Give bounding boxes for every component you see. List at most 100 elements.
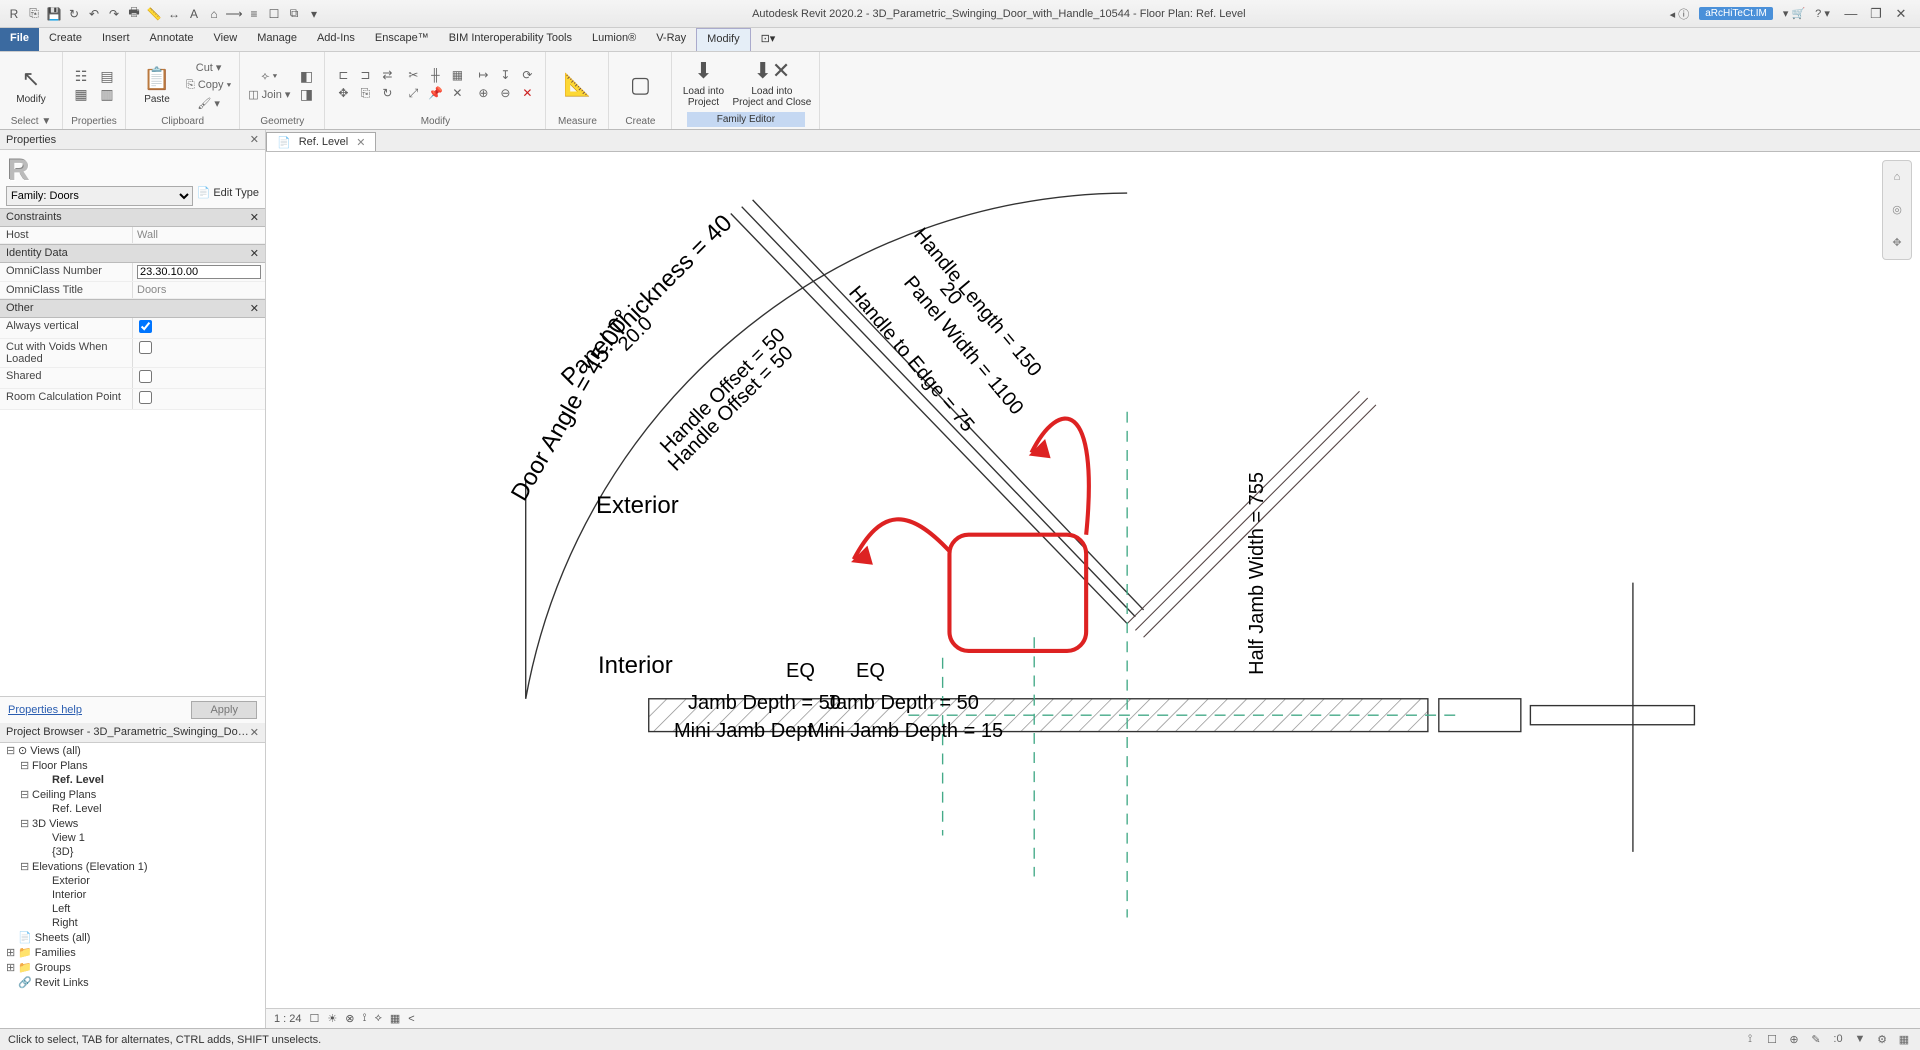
view-tab-ref-level[interactable]: 📄 Ref. Level ✕ <box>266 132 376 151</box>
qat-3d-icon[interactable]: ⌂ <box>206 6 222 22</box>
tab-manage[interactable]: Manage <box>247 28 307 51</box>
shared-checkbox[interactable] <box>139 370 152 383</box>
tab-lumion[interactable]: Lumion® <box>582 28 646 51</box>
qat-undo-icon[interactable]: ↶ <box>86 6 102 22</box>
qat-thin-icon[interactable]: ≡ <box>246 6 262 22</box>
qat-text-icon[interactable]: A <box>186 6 202 22</box>
scale-icon[interactable]: ⤢ <box>403 86 423 102</box>
tab-addins[interactable]: Add-Ins <box>307 28 365 51</box>
qat-redo-icon[interactable]: ↷ <box>106 6 122 22</box>
unpin-icon[interactable]: ✕ <box>447 86 467 102</box>
qat-section-icon[interactable]: ⟶ <box>226 6 242 22</box>
type-icon[interactable]: ▦ <box>71 86 91 102</box>
mod-icon-e[interactable]: ⊖ <box>495 86 515 102</box>
browser-left[interactable]: Left <box>0 902 265 916</box>
user-badge[interactable]: aRcHiTeCt.IM <box>1699 7 1773 20</box>
browser-exterior[interactable]: Exterior <box>0 874 265 888</box>
rotate-icon[interactable]: ↻ <box>377 86 397 102</box>
pin-icon[interactable]: 📌 <box>425 86 445 102</box>
mod-icon-d[interactable]: ⊕ <box>473 86 493 102</box>
view-icon-4[interactable]: ⟟ <box>363 1012 367 1025</box>
cut-voids-checkbox[interactable] <box>139 341 152 354</box>
view-icon-6[interactable]: ▦ <box>390 1012 400 1025</box>
browser-interior[interactable]: Interior <box>0 888 265 902</box>
geom-icon-2[interactable]: ◨ <box>296 86 316 102</box>
split-icon[interactable]: ╫ <box>425 68 445 84</box>
tab-modify[interactable]: Modify <box>696 28 750 51</box>
apply-button[interactable]: Apply <box>191 701 257 719</box>
view-icon-5[interactable]: ⟡ <box>375 1012 382 1025</box>
room-calc-checkbox[interactable] <box>139 391 152 404</box>
match-button[interactable]: 🖌 ▾ <box>186 95 231 111</box>
qat-open-icon[interactable]: ⎘ <box>26 6 42 22</box>
browser-ref-level[interactable]: Ref. Level <box>0 773 265 787</box>
tab-enscape[interactable]: Enscape™ <box>365 28 439 51</box>
qat-dim-icon[interactable]: ↔ <box>166 6 182 22</box>
browser-close-icon[interactable]: ✕ <box>250 726 259 739</box>
family-icon[interactable]: ▤ <box>97 68 117 84</box>
view-icon-3[interactable]: ⊗ <box>345 1012 354 1025</box>
view-scale[interactable]: 1 : 24 <box>274 1013 302 1025</box>
create-button[interactable]: ▢ <box>617 72 663 98</box>
browser-view1[interactable]: View 1 <box>0 831 265 845</box>
section-constraints[interactable]: Constraints✕ <box>0 208 265 227</box>
always-vertical-checkbox[interactable] <box>139 320 152 333</box>
browser-3d[interactable]: {3D} <box>0 845 265 859</box>
trim-icon[interactable]: ✂ <box>403 68 423 84</box>
view-icon-7[interactable]: < <box>408 1013 414 1025</box>
status-icon-1[interactable]: ⟟ <box>1742 1033 1758 1046</box>
edit-type-button[interactable]: 📄 Edit Type <box>197 186 259 206</box>
status-icon-6[interactable]: ▼ <box>1852 1033 1868 1046</box>
status-icon-8[interactable]: ▦ <box>1896 1033 1912 1046</box>
tab-insert[interactable]: Insert <box>92 28 140 51</box>
tab-view[interactable]: View <box>204 28 248 51</box>
panel-label-select[interactable]: Select ▼ <box>8 116 54 127</box>
array-icon[interactable]: ▦ <box>447 68 467 84</box>
revit-icon[interactable]: R <box>6 6 22 22</box>
minimize-button[interactable]: — <box>1840 6 1862 21</box>
copy-button[interactable]: ⎘ Copy ▾ <box>186 77 231 93</box>
qat-drop-icon[interactable]: ▾ <box>306 6 322 22</box>
cut-button[interactable]: Cut ▾ <box>186 59 231 75</box>
view-icon-1[interactable]: ☐ <box>310 1012 320 1025</box>
close-button[interactable]: ✕ <box>1890 6 1912 22</box>
properties-help-link[interactable]: Properties help <box>8 704 82 716</box>
mod-icon-c[interactable]: ⟳ <box>517 68 537 84</box>
status-icon-7[interactable]: ⚙ <box>1874 1033 1890 1046</box>
join-button[interactable]: ◫ Join ▾ <box>248 86 290 102</box>
geom-icon-1[interactable]: ◧ <box>296 68 316 84</box>
omni-number-input[interactable] <box>137 265 261 279</box>
tab-file[interactable]: File <box>0 28 39 51</box>
section-other[interactable]: Other✕ <box>0 299 265 318</box>
family-selector[interactable]: Family: Doors <box>6 186 193 206</box>
qat-close-icon[interactable]: ☐ <box>266 6 282 22</box>
status-icon-5[interactable]: :0 <box>1830 1033 1846 1046</box>
modify-button[interactable]: ↖ Modify <box>8 66 54 105</box>
cart-icon[interactable]: ▾ 🛒 <box>1783 7 1805 20</box>
qat-switch-icon[interactable]: ⧉ <box>286 6 302 22</box>
load-close-button[interactable]: ⬇✕Load into Project and Close <box>732 58 811 108</box>
tab-extra-icon[interactable]: ⊡▾ <box>751 28 786 51</box>
measure-button[interactable]: 📐 <box>554 72 600 98</box>
mod-icon-b[interactable]: ↧ <box>495 68 515 84</box>
drawing-canvas[interactable]: ⌂ ◎ ✥ <box>266 152 1920 1008</box>
tab-bim[interactable]: BIM Interoperability Tools <box>439 28 582 51</box>
properties-close-icon[interactable]: ✕ <box>250 133 259 146</box>
tab-create[interactable]: Create <box>39 28 92 51</box>
mod-icon-a[interactable]: ↦ <box>473 68 493 84</box>
qat-measure-icon[interactable]: 📏 <box>146 6 162 22</box>
mirror-icon[interactable]: ⇄ <box>377 68 397 84</box>
section-identity[interactable]: Identity Data✕ <box>0 244 265 263</box>
qat-sync-icon[interactable]: ↻ <box>66 6 82 22</box>
tab-vray[interactable]: V-Ray <box>646 28 696 51</box>
qat-save-icon[interactable]: 💾 <box>46 6 62 22</box>
project-browser[interactable]: ⊟⊙ Views (all) ⊟Floor Plans Ref. Level ⊟… <box>0 743 265 1029</box>
offset-icon[interactable]: ⊐ <box>355 68 375 84</box>
help-icon[interactable]: ? ▾ <box>1815 7 1830 20</box>
browser-ref-level-2[interactable]: Ref. Level <box>0 802 265 816</box>
qat-print-icon[interactable]: 🖶 <box>126 6 142 22</box>
status-icon-3[interactable]: ⊕ <box>1786 1033 1802 1046</box>
cope-button[interactable]: ⟣ ▾ <box>248 68 290 84</box>
status-icon-4[interactable]: ✎ <box>1808 1033 1824 1046</box>
move-icon[interactable]: ✥ <box>333 86 353 102</box>
